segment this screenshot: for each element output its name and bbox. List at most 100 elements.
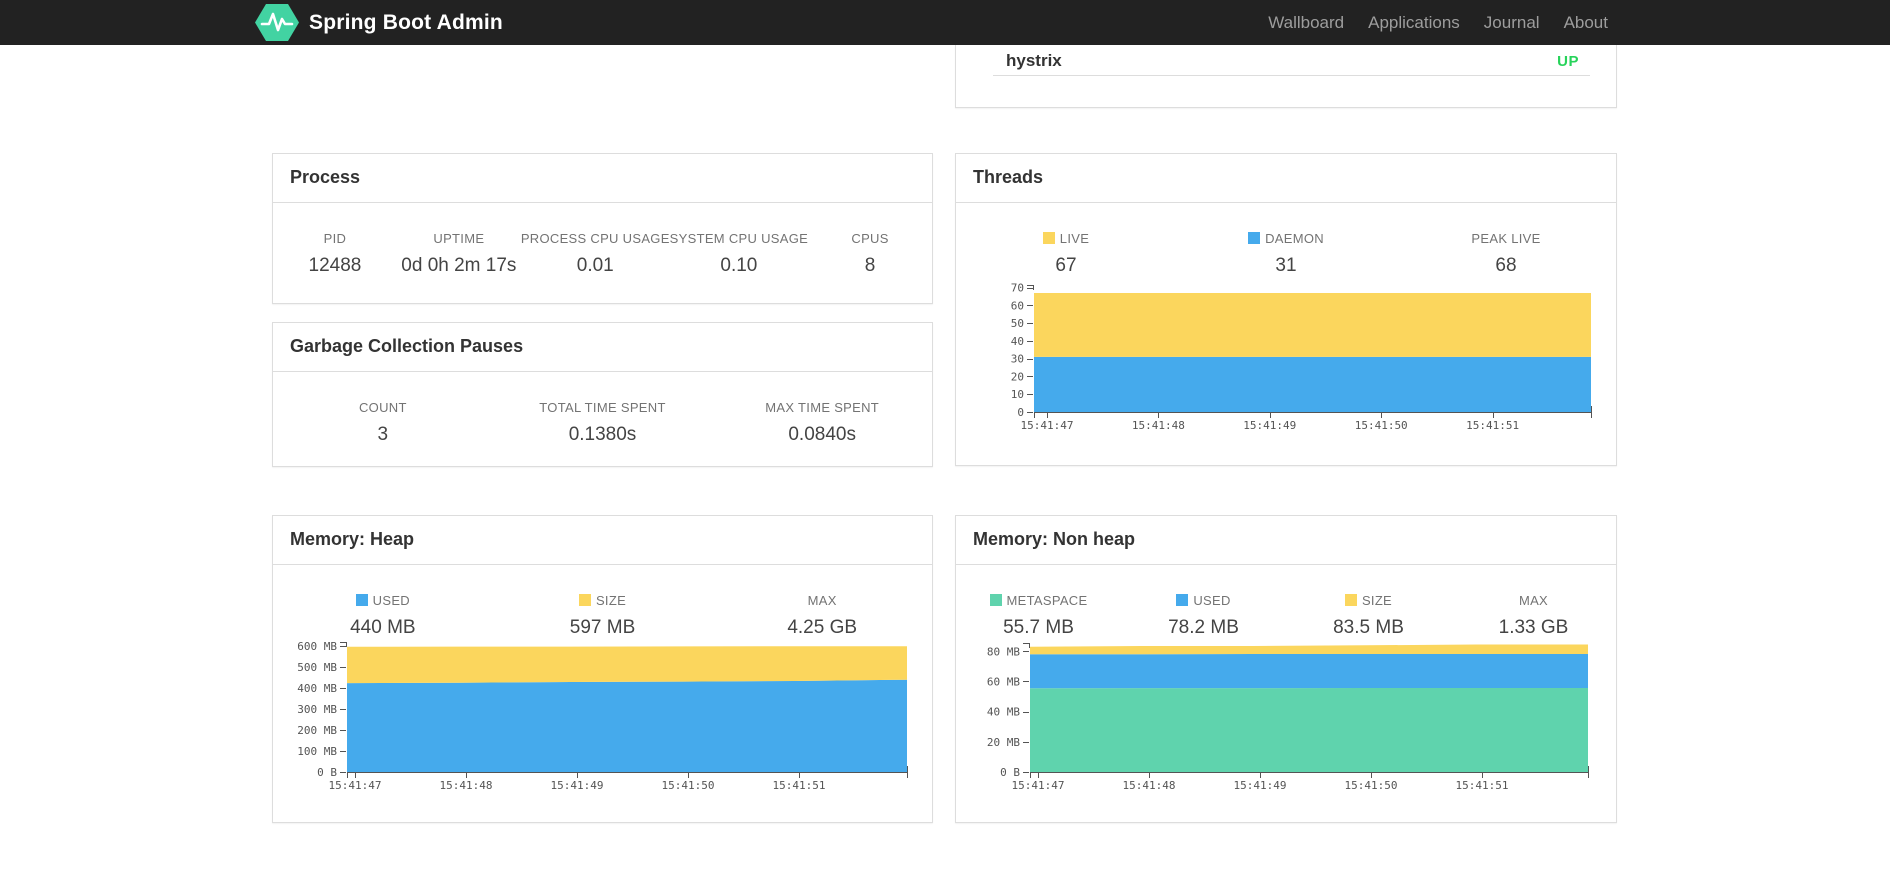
service-name: hystrix <box>1006 51 1062 70</box>
daemon-legend-swatch-icon <box>1248 232 1261 244</box>
nav-item-applications[interactable]: Applications <box>1356 0 1472 45</box>
stat-label: PEAK LIVE <box>1471 231 1541 246</box>
threads-stats: LIVE 67 DAEMON 31 PEAK LIVE 68 <box>956 203 1616 277</box>
threads-chart: 15:41:47 15:41:48 15:41:49 15:41:50 15:41:51… <box>1011 282 1592 432</box>
svg-text:0 B: 0 B <box>1000 766 1020 779</box>
svg-text:15:41:51: 15:41:51 <box>1466 419 1519 432</box>
svg-text:15:41:49: 15:41:49 <box>1234 779 1287 792</box>
stat-metaspace: METASPACE 55.7 MB <box>956 593 1121 639</box>
svg-text:60: 60 <box>1011 299 1024 312</box>
stat-gc-count: COUNT 3 <box>273 400 493 446</box>
svg-text:70: 70 <box>1011 282 1024 295</box>
svg-text:15:41:47: 15:41:47 <box>1012 779 1065 792</box>
svg-text:15:41:49: 15:41:49 <box>551 779 604 792</box>
svg-text:200 MB: 200 MB <box>297 724 337 737</box>
live-legend-swatch-icon <box>1042 232 1055 244</box>
stat-gc-max-time: MAX TIME SPENT 0.0840s <box>712 400 932 446</box>
svg-text:500 MB: 500 MB <box>297 661 337 674</box>
svg-text:0 B: 0 B <box>317 766 337 779</box>
gc-pauses-card: Garbage Collection Pauses COUNT 3 TOTAL … <box>272 322 933 467</box>
stat-value: 0.01 <box>576 255 614 276</box>
svg-text:0: 0 <box>1017 406 1024 419</box>
stat-label: UPTIME <box>433 231 485 246</box>
stat-label: PROCESS CPU USAGE <box>520 231 670 246</box>
svg-text:600 MB: 600 MB <box>297 640 337 653</box>
stat-value: 3 <box>377 424 389 445</box>
stat-gc-total-time: TOTAL TIME SPENT 0.1380s <box>493 400 713 446</box>
svg-text:20: 20 <box>1011 370 1024 383</box>
process-card-title: Process <box>273 154 932 203</box>
divider <box>993 75 1590 76</box>
stat-uptime: UPTIME 0d 0h 2m 17s <box>397 231 521 277</box>
stat-heap-size: SIZE 597 MB <box>493 593 713 639</box>
process-card: Process PID 12488 UPTIME 0d 0h 2m 17s PR… <box>272 153 933 304</box>
stat-daemon-threads: DAEMON 31 <box>1176 231 1396 277</box>
stat-value: 12488 <box>308 255 362 276</box>
svg-text:400 MB: 400 MB <box>297 682 337 695</box>
stat-nonheap-size: SIZE 83.5 MB <box>1286 593 1451 639</box>
svg-text:30: 30 <box>1011 353 1024 366</box>
heap-memory-chart: 15:41:47 15:41:48 15:41:49 15:41:50 15:41:51… <box>297 640 908 792</box>
stat-pid: PID 12488 <box>273 231 397 277</box>
navbar-links: Wallboard Applications Journal About <box>1256 0 1620 45</box>
size-legend-swatch-icon <box>1344 594 1357 606</box>
stat-label: MAX TIME SPENT <box>765 400 880 415</box>
heap-card-title: Memory: Heap <box>273 516 932 565</box>
stat-system-cpu: SYSTEM CPU USAGE 0.10 <box>670 231 808 277</box>
stat-label: TOTAL TIME SPENT <box>539 400 666 415</box>
svg-text:15:41:48: 15:41:48 <box>440 779 493 792</box>
nav-item-about[interactable]: About <box>1552 0 1620 45</box>
process-stats: PID 12488 UPTIME 0d 0h 2m 17s PROCESS CP… <box>273 203 932 277</box>
stat-label: COUNT <box>358 400 407 415</box>
threads-card: Threads LIVE 67 DAEMON 31 PEAK LIVE 68 1… <box>955 153 1617 466</box>
status-badge: UP <box>1557 53 1579 70</box>
svg-text:15:41:51: 15:41:51 <box>773 779 826 792</box>
stat-nonheap-max: MAX 1.33 GB <box>1451 593 1616 639</box>
stat-heap-max: MAX 4.25 GB <box>712 593 932 639</box>
stat-label: SIZE <box>1361 593 1393 608</box>
svg-text:60 MB: 60 MB <box>987 675 1020 688</box>
top-navbar: Spring Boot Admin Wallboard Applications… <box>0 0 1890 45</box>
svg-text:50: 50 <box>1011 317 1024 330</box>
brand-title: Spring Boot Admin <box>309 10 503 34</box>
stat-heap-used: USED 440 MB <box>273 593 493 639</box>
nav-item-wallboard[interactable]: Wallboard <box>1256 0 1356 45</box>
size-legend-swatch-icon <box>578 594 591 606</box>
stat-label: SIZE <box>595 593 627 608</box>
heap-stats: USED 440 MB SIZE 597 MB MAX 4.25 GB <box>273 565 932 639</box>
svg-text:15:41:50: 15:41:50 <box>1355 419 1408 432</box>
stat-value: 8 <box>864 255 876 276</box>
used-legend-swatch-icon <box>355 594 368 606</box>
stat-label: METASPACE <box>1006 593 1088 608</box>
svg-text:40 MB: 40 MB <box>987 706 1020 719</box>
stat-value: 0d 0h 2m 17s <box>401 255 517 276</box>
memory-nonheap-card: Memory: Non heap METASPACE 55.7 MB USED … <box>955 515 1617 823</box>
stat-process-cpu: PROCESS CPU USAGE 0.01 <box>521 231 670 277</box>
stat-label: USED <box>1193 593 1231 608</box>
stat-label: CPUS <box>851 231 889 246</box>
brand[interactable]: Spring Boot Admin <box>255 0 503 45</box>
svg-text:300 MB: 300 MB <box>297 703 337 716</box>
threads-card-title: Threads <box>956 154 1616 203</box>
stat-label: DAEMON <box>1265 231 1324 246</box>
stat-label: USED <box>372 593 410 608</box>
nav-item-journal[interactable]: Journal <box>1472 0 1552 45</box>
svg-text:15:41:48: 15:41:48 <box>1123 779 1176 792</box>
stat-value: 0.0840s <box>788 424 856 445</box>
svg-text:40: 40 <box>1011 335 1024 348</box>
memory-heap-card: Memory: Heap USED 440 MB SIZE 597 MB MAX… <box>272 515 933 823</box>
nonheap-stats: METASPACE 55.7 MB USED 78.2 MB SIZE 83.5… <box>956 565 1616 639</box>
stat-live-threads: LIVE 67 <box>956 231 1176 277</box>
stat-label: MAX <box>1518 593 1549 608</box>
nonheap-memory-chart: 15:41:47 15:41:48 15:41:49 15:41:50 15:41:51… <box>987 643 1589 792</box>
stat-label: PID <box>323 231 347 246</box>
svg-text:15:41:49: 15:41:49 <box>1243 419 1296 432</box>
svg-text:100 MB: 100 MB <box>297 745 337 758</box>
stat-peak-live-threads: PEAK LIVE 68 <box>1396 231 1616 277</box>
used-legend-swatch-icon <box>1176 594 1189 606</box>
svg-text:15:41:50: 15:41:50 <box>662 779 715 792</box>
stat-cpus: CPUS 8 <box>808 231 932 277</box>
stat-value: 0.10 <box>720 255 758 276</box>
stat-nonheap-used: USED 78.2 MB <box>1121 593 1286 639</box>
metaspace-legend-swatch-icon <box>989 594 1002 606</box>
